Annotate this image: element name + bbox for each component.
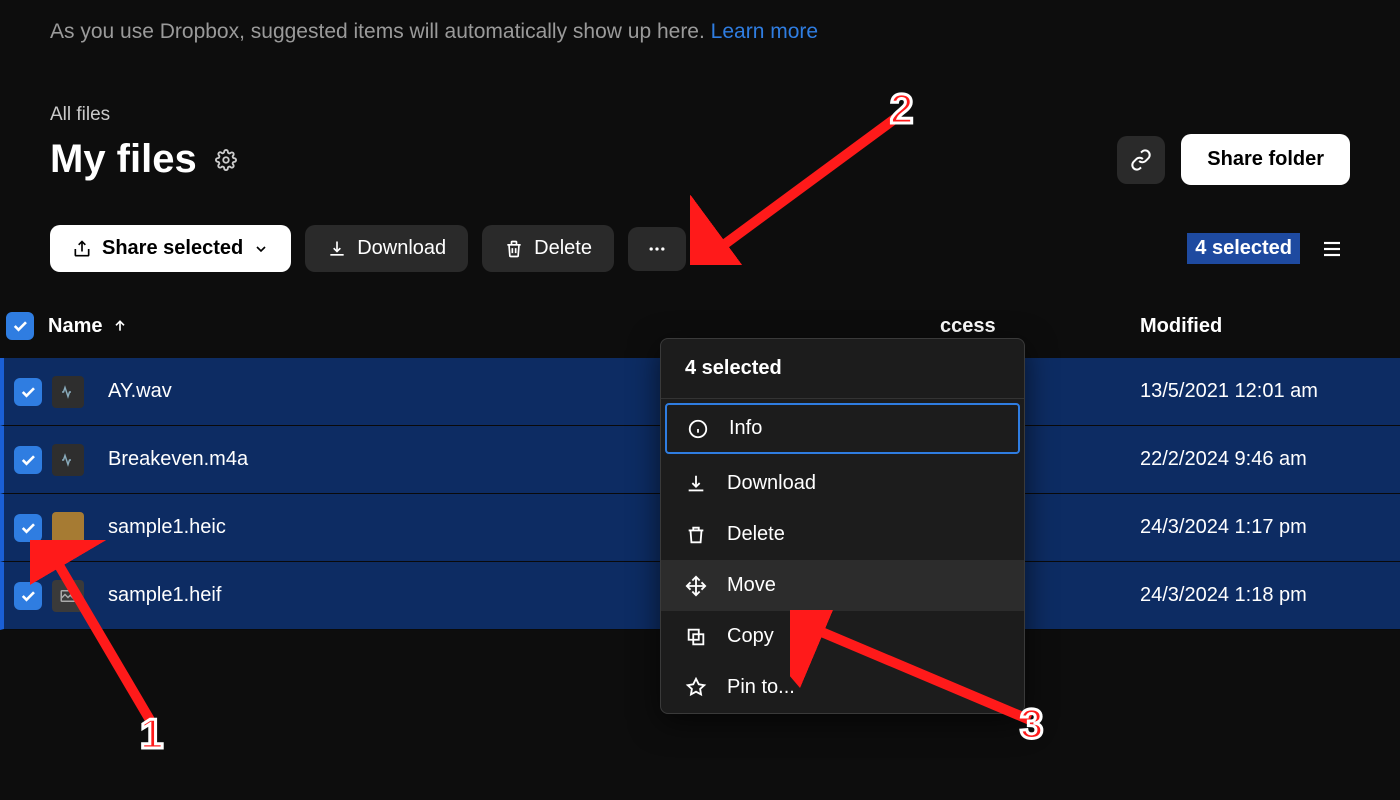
file-name: sample1.heic <box>108 516 226 539</box>
row-checkbox[interactable] <box>14 378 42 406</box>
menu-item-download[interactable]: Download <box>661 458 1024 509</box>
file-name: Breakeven.m4a <box>108 448 248 471</box>
sort-asc-icon <box>112 318 128 334</box>
delete-label: Delete <box>534 237 592 260</box>
info-icon <box>687 418 709 440</box>
annotation-arrow-3 <box>790 610 1050 740</box>
gear-icon[interactable] <box>215 149 237 171</box>
chevron-down-icon <box>253 241 269 257</box>
column-name-header[interactable]: Name <box>48 315 940 338</box>
ellipsis-icon <box>644 239 670 259</box>
menu-item-delete[interactable]: Delete <box>661 509 1024 560</box>
hint-text: As you use Dropbox, suggested items will… <box>50 20 711 43</box>
annotation-number-1: 1 <box>140 710 163 758</box>
download-button[interactable]: Download <box>305 225 468 272</box>
row-checkbox[interactable] <box>14 514 42 542</box>
learn-more-link[interactable]: Learn more <box>711 20 818 43</box>
list-view-icon <box>1320 237 1344 261</box>
more-actions-button[interactable] <box>628 227 686 271</box>
suggested-hint: As you use Dropbox, suggested items will… <box>50 20 1350 44</box>
column-access-header[interactable]: ccess <box>940 315 1140 338</box>
share-folder-button[interactable]: Share folder <box>1181 134 1350 185</box>
file-modified: 22/2/2024 9:46 am <box>1140 448 1400 471</box>
selection-count-badge: 4 selected <box>1187 233 1300 264</box>
annotation-number-2: 2 <box>890 85 913 133</box>
share-selected-button[interactable]: Share selected <box>50 225 291 272</box>
copy-link-button[interactable] <box>1117 136 1165 184</box>
menu-item-info[interactable]: Info <box>665 403 1020 454</box>
view-toggle-button[interactable] <box>1314 237 1350 261</box>
file-modified: 24/3/2024 1:18 pm <box>1140 584 1400 607</box>
file-modified: 24/3/2024 1:17 pm <box>1140 516 1400 539</box>
file-modified: 13/5/2021 12:01 am <box>1140 380 1400 403</box>
select-all-checkbox[interactable] <box>6 312 34 340</box>
move-icon <box>685 575 707 597</box>
page-title: My files <box>50 137 197 182</box>
context-menu-title: 4 selected <box>661 339 1024 399</box>
annotation-number-3: 3 <box>1020 700 1043 748</box>
column-modified-header[interactable]: Modified <box>1140 315 1400 338</box>
audio-file-icon <box>52 376 84 408</box>
row-checkbox[interactable] <box>14 446 42 474</box>
download-icon <box>685 473 707 495</box>
delete-button[interactable]: Delete <box>482 225 614 272</box>
download-label: Download <box>357 237 446 260</box>
audio-file-icon <box>52 444 84 476</box>
photo-file-icon <box>52 512 84 544</box>
pin-icon <box>685 677 707 699</box>
share-selected-label: Share selected <box>102 237 243 260</box>
trash-icon <box>685 524 707 546</box>
file-name: AY.wav <box>108 380 172 403</box>
copy-icon <box>685 626 707 648</box>
menu-item-move[interactable]: Move <box>661 560 1024 611</box>
